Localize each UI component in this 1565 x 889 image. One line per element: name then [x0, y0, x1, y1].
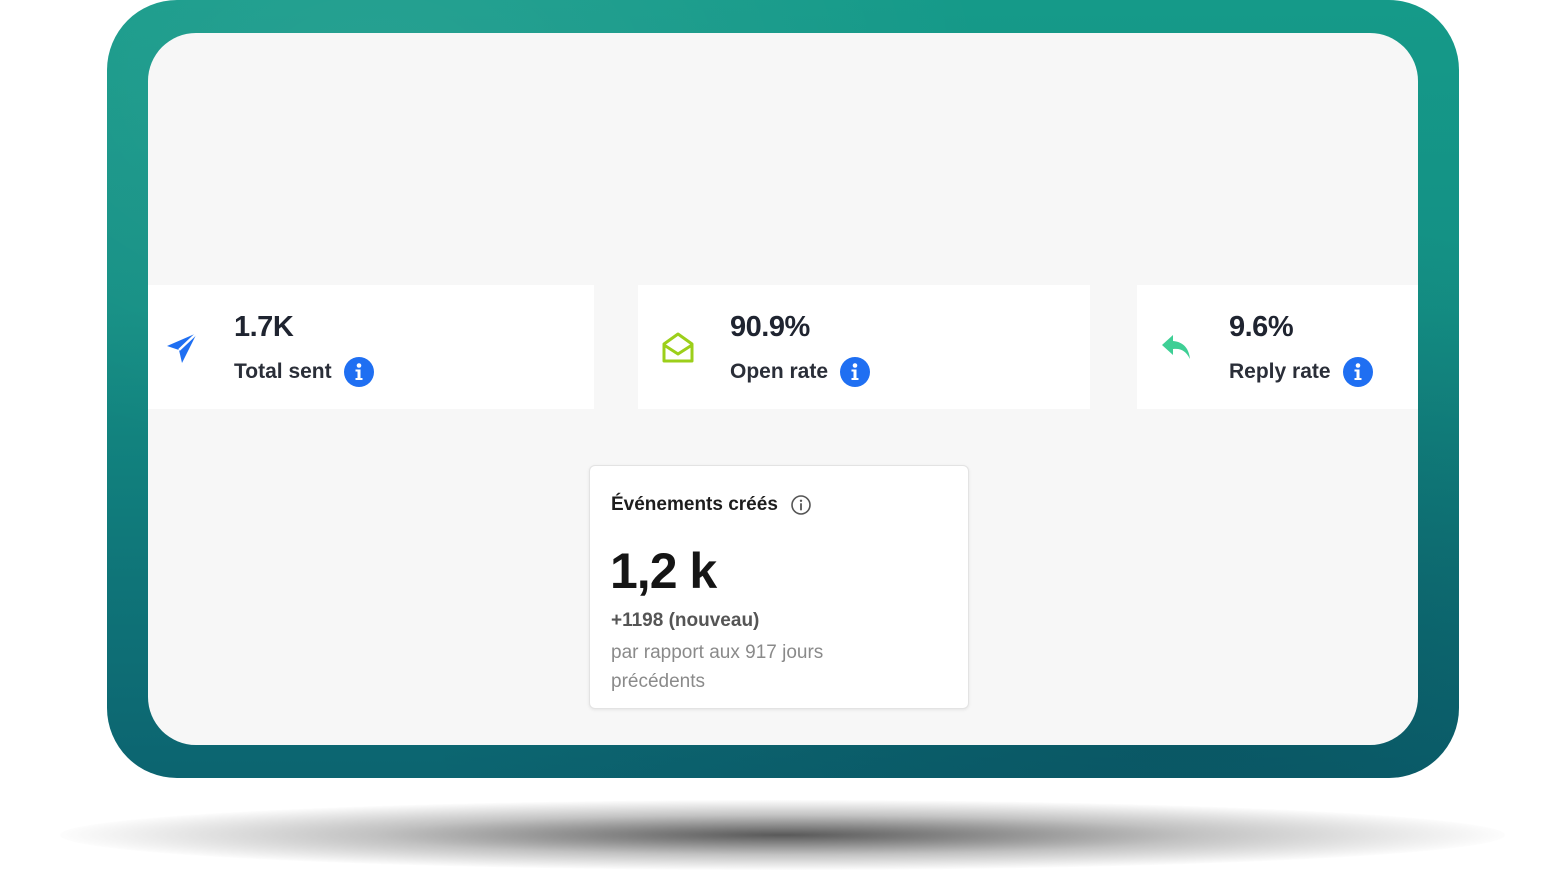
event-card-title: Événements créés: [611, 494, 778, 515]
event-card-value: 1,2 k: [610, 543, 717, 599]
stat-label: Total sent: [234, 357, 374, 387]
stat-value: 9.6%: [1229, 311, 1294, 343]
info-glyph: [355, 363, 363, 380]
info-icon[interactable]: [343, 357, 374, 387]
stat-label-text: Open rate: [730, 360, 829, 383]
stat-label: Open rate: [730, 357, 871, 387]
paper-plane-icon: [167, 332, 198, 363]
screen: 1.7K Total sent 90.9% Open rate 9.6% Rep…: [148, 33, 1418, 745]
stat-card-open-rate: 90.9% Open rate: [638, 285, 1090, 409]
stats-row: 1.7K Total sent 90.9% Open rate 9.6% Rep…: [148, 285, 1418, 409]
stat-label-text: Total sent: [234, 360, 332, 383]
device-ground-shadow: [60, 800, 1505, 870]
stat-card-reply-rate: 9.6% Reply rate: [1137, 285, 1418, 409]
info-outline-icon[interactable]: [790, 494, 812, 516]
info-glyph: [851, 363, 859, 380]
open-envelope-icon: [662, 332, 694, 363]
stat-label: Reply rate: [1229, 357, 1373, 387]
stat-value: 90.9%: [730, 311, 810, 343]
reply-arrow-icon: [1162, 335, 1190, 359]
event-card-title-row: Événements créés: [611, 494, 812, 516]
stat-value: 1.7K: [234, 311, 294, 343]
events-created-card: Événements créés 1,2 k +1198 (nouveau) p…: [589, 465, 969, 709]
stat-label-text: Reply rate: [1229, 360, 1331, 383]
info-icon[interactable]: [1342, 357, 1373, 387]
event-card-comparison: par rapport aux 917 jours précédents: [611, 642, 824, 692]
info-icon[interactable]: [840, 357, 871, 387]
stat-card-total-sent: 1.7K Total sent: [148, 285, 594, 409]
info-glyph: [1354, 363, 1362, 380]
event-card-delta: +1198 (nouveau): [611, 610, 760, 631]
